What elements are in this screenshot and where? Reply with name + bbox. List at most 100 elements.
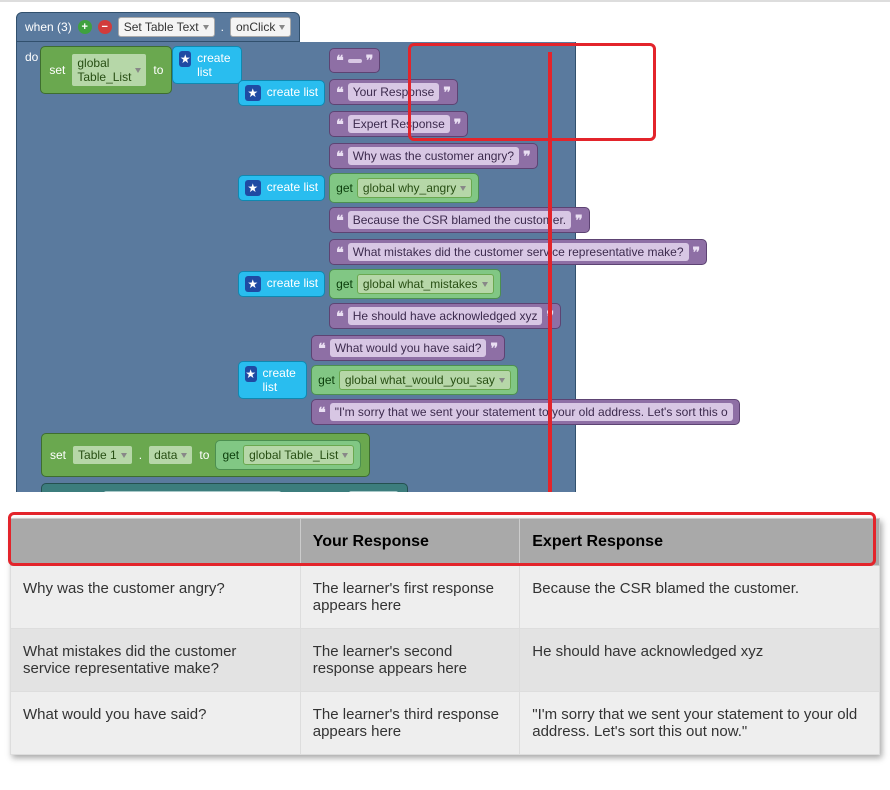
result-table: Your Response Expert Response Why was th… bbox=[10, 518, 880, 755]
property-name: data bbox=[154, 448, 177, 462]
star-icon[interactable]: ★ bbox=[245, 180, 261, 196]
star-icon[interactable]: ★ bbox=[245, 366, 257, 382]
text-value[interactable]: Your Response bbox=[348, 83, 440, 101]
variable-dropdown[interactable]: global Table_List bbox=[71, 53, 147, 87]
create-list-outer[interactable]: ★ create list bbox=[172, 46, 241, 84]
text-value[interactable] bbox=[348, 59, 362, 63]
table-row: What would you have said? The learner's … bbox=[11, 692, 880, 755]
quote-open-icon: ❝ bbox=[336, 212, 344, 229]
to-label: to bbox=[199, 448, 209, 462]
text-block[interactable]: ❝ What mistakes did the customer service… bbox=[329, 239, 707, 265]
to-label: to bbox=[153, 63, 163, 77]
create-list-inner[interactable]: ★ create list bbox=[238, 271, 325, 297]
property-dropdown[interactable]: data bbox=[148, 445, 193, 465]
variable-dropdown[interactable]: global what_mistakes bbox=[357, 274, 494, 294]
quote-close-icon: ❞ bbox=[454, 116, 462, 133]
quote-open-icon: ❝ bbox=[336, 116, 344, 133]
get-block[interactable]: get global what_mistakes bbox=[329, 269, 500, 299]
star-icon[interactable]: ★ bbox=[179, 51, 191, 67]
text-block[interactable]: ❝ What would you have said? ❞ bbox=[311, 335, 505, 361]
quote-open-icon: ❝ bbox=[318, 404, 326, 421]
text-block[interactable]: ❝ ❞ bbox=[329, 48, 380, 73]
variable-dropdown[interactable]: global why_angry bbox=[357, 178, 472, 198]
when-header[interactable]: when (3) + − Set Table Text . onClick bbox=[16, 12, 300, 42]
event-dropdown-label: onClick bbox=[236, 20, 275, 34]
variable-name: global Table_List bbox=[77, 56, 131, 84]
text-value[interactable]: What would you have said? bbox=[330, 339, 487, 357]
table-row: Why was the customer angry? The learner'… bbox=[11, 566, 880, 629]
expert-response-cell: "I'm sorry that we sent your statement t… bbox=[520, 692, 880, 755]
chevron-down-icon bbox=[135, 68, 141, 73]
chevron-down-icon bbox=[203, 25, 209, 30]
text-value[interactable]: What mistakes did the customer service r… bbox=[348, 243, 689, 261]
when-body: do set global Table_List to ★ create lis… bbox=[16, 42, 576, 492]
star-icon[interactable]: ★ bbox=[245, 276, 261, 292]
quote-open-icon: ❝ bbox=[336, 148, 344, 165]
variable-name: global what_mistakes bbox=[363, 277, 478, 291]
object-dropdown[interactable]: Table 1 bbox=[72, 445, 133, 465]
create-list-label: create list bbox=[267, 180, 318, 194]
get-block[interactable]: get global Table_List bbox=[215, 440, 361, 470]
your-response-cell: The learner's third response appears her… bbox=[300, 692, 520, 755]
text-value[interactable]: Because the CSR blamed the customer. bbox=[348, 211, 571, 229]
chevron-down-icon bbox=[279, 25, 285, 30]
quote-open-icon: ❝ bbox=[336, 244, 344, 261]
question-cell: What would you have said? bbox=[11, 692, 301, 755]
text-value[interactable]: He should have acknowledged xyz bbox=[348, 307, 543, 325]
get-label: get bbox=[336, 181, 353, 195]
minus-icon[interactable]: − bbox=[98, 20, 112, 34]
hide-block[interactable]: hide Layer to capture dynamic text with … bbox=[41, 483, 408, 492]
your-response-cell: The learner's first response appears her… bbox=[300, 566, 520, 629]
text-block[interactable]: ❝ Your Response ❞ bbox=[329, 79, 458, 105]
quote-close-icon: ❞ bbox=[366, 52, 374, 69]
get-label: get bbox=[336, 277, 353, 291]
text-block[interactable]: ❝ "I'm sorry that we sent your statement… bbox=[311, 399, 740, 425]
create-list-label: create list bbox=[267, 85, 318, 99]
create-list-label: create list bbox=[263, 366, 301, 394]
your-response-cell: The learner's second response appears he… bbox=[300, 629, 520, 692]
chevron-down-icon bbox=[499, 378, 505, 383]
text-block[interactable]: ❝ He should have acknowledged xyz ❞ bbox=[329, 303, 561, 329]
object-dropdown[interactable]: Set Table Text bbox=[118, 17, 215, 37]
quote-open-icon: ❝ bbox=[336, 52, 344, 69]
set-label: set bbox=[49, 63, 65, 77]
arrow-down-icon bbox=[548, 52, 552, 492]
object-name: Table 1 bbox=[78, 448, 117, 462]
table-row: What mistakes did the customer service r… bbox=[11, 629, 880, 692]
variable-name: global Table_List bbox=[249, 448, 338, 462]
layer-dropdown[interactable]: Layer to capture dynamic text bbox=[103, 490, 282, 492]
chevron-down-icon bbox=[342, 453, 348, 458]
variable-dropdown[interactable]: global what_would_you_say bbox=[339, 370, 511, 390]
create-list-inner[interactable]: ★ create list bbox=[238, 175, 325, 201]
get-block[interactable]: get global what_would_you_say bbox=[311, 365, 518, 395]
result-table-container: Your Response Expert Response Why was th… bbox=[10, 518, 880, 755]
text-block[interactable]: ❝ Expert Response ❞ bbox=[329, 111, 468, 137]
create-list-label: create list bbox=[267, 276, 318, 290]
quote-open-icon: ❝ bbox=[336, 308, 344, 325]
quote-close-icon: ❞ bbox=[575, 212, 583, 229]
text-block[interactable]: ❝ Why was the customer angry? ❞ bbox=[329, 143, 538, 169]
get-block[interactable]: get global why_angry bbox=[329, 173, 479, 203]
create-list-label: create list bbox=[197, 51, 235, 79]
table-header bbox=[11, 519, 301, 566]
question-cell: Why was the customer angry? bbox=[11, 566, 301, 629]
question-cell: What mistakes did the customer service r… bbox=[11, 629, 301, 692]
create-list-inner[interactable]: ★ create list bbox=[238, 361, 307, 399]
get-label: get bbox=[318, 373, 335, 387]
set-property-block[interactable]: set Table 1 . data to get global Table_L… bbox=[41, 433, 370, 477]
text-value[interactable]: Why was the customer angry? bbox=[348, 147, 519, 165]
create-list-inner[interactable]: ★ create list bbox=[238, 80, 325, 106]
set-label: set bbox=[50, 448, 66, 462]
text-value[interactable]: "I'm sorry that we sent your statement t… bbox=[330, 403, 733, 421]
plus-icon[interactable]: + bbox=[78, 20, 92, 34]
variable-dropdown[interactable]: global Table_List bbox=[243, 445, 354, 465]
star-icon[interactable]: ★ bbox=[245, 85, 261, 101]
expert-response-cell: He should have acknowledged xyz bbox=[520, 629, 880, 692]
dot-separator: . bbox=[139, 448, 142, 462]
do-label: do bbox=[21, 46, 40, 64]
object-dropdown-label: Set Table Text bbox=[124, 20, 199, 34]
set-variable-block[interactable]: set global Table_List to bbox=[40, 46, 172, 94]
text-value[interactable]: Expert Response bbox=[348, 115, 450, 133]
event-dropdown[interactable]: onClick bbox=[230, 17, 291, 37]
effect-dropdown[interactable]: None bbox=[348, 490, 399, 492]
